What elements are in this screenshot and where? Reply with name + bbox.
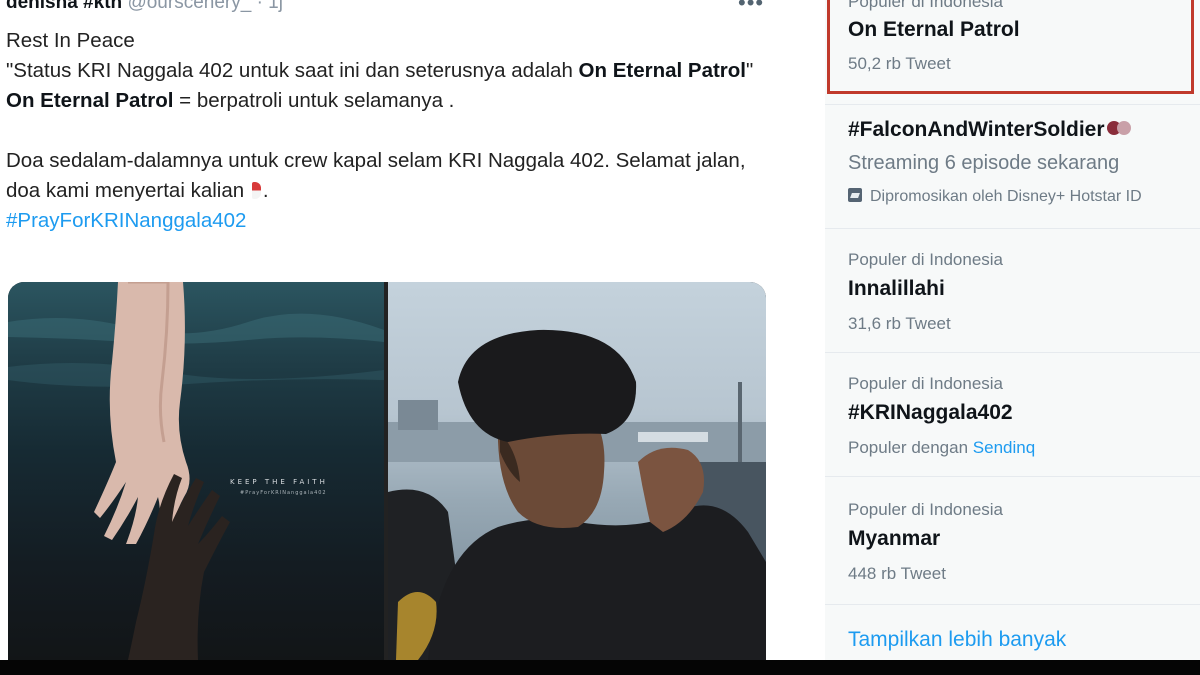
divider (825, 604, 1200, 605)
tweet-text-span: . (262, 179, 269, 202)
trend-related-prefix: Populer dengan (848, 438, 973, 457)
hashtag-link[interactable]: #PrayForKRINanggala402 (6, 209, 246, 232)
trend-description: Streaming 6 episode sekarang (848, 152, 1120, 174)
bottom-bar (0, 660, 1200, 675)
tweet-line: #PrayForKRINanggala402 (6, 206, 766, 236)
author-name[interactable]: denisha (6, 0, 78, 13)
trend-context: Populer di Indonesia (848, 500, 1004, 519)
flag-emoji-icon (251, 182, 261, 199)
tweet-card: denisha #kth @ourscenery_ · 1j ••• Rest … (0, 0, 800, 660)
author-name-suffix[interactable]: #kth (78, 0, 122, 13)
author-handle[interactable]: @ourscenery_ · 1j (122, 0, 283, 13)
tweet-line: Rest In Peace (6, 29, 135, 52)
trend-context: Populer di Indonesia (848, 250, 1004, 269)
promoted-icon (848, 188, 862, 202)
trend-count: 31,6 rb Tweet (848, 314, 951, 333)
tweet-header: denisha #kth @ourscenery_ · 1j (6, 0, 283, 14)
trend-title[interactable]: #KRINaggala402 (848, 401, 1013, 425)
tweet-line: Doa sedalam-dalamnya untuk crew kapal se… (6, 146, 766, 206)
highlight-annotation (827, 0, 1194, 94)
media-photo-sailor[interactable] (388, 282, 766, 660)
tweet-bold-text: On Eternal Patrol (578, 59, 747, 82)
trend-title-text: #FalconAndWinterSoldier (848, 118, 1105, 141)
sailor-photo (388, 329, 766, 660)
trends-panel: Populer di Indonesia On Eternal Patrol 5… (825, 0, 1200, 660)
trend-title[interactable]: Myanmar (848, 527, 940, 551)
promoted-text: Dipromosikan oleh Disney+ Hotstar ID (870, 188, 1142, 205)
trend-title[interactable]: Innalillahi (848, 277, 945, 301)
tweet-bold-text: On Eternal Patrol (6, 89, 174, 112)
poster-subtitle: #PrayForKRINanggala402 (240, 490, 327, 496)
divider (825, 104, 1200, 105)
tweet-media[interactable]: KEEP THE FAITH #PrayForKRINanggala402 (8, 282, 766, 660)
tweet-text-span: "Status KRI Naggala 402 untuk saat ini d… (6, 59, 579, 82)
trend-related: Populer dengan Sendinq (848, 438, 1035, 458)
media-photo-hands[interactable]: KEEP THE FAITH #PrayForKRINanggala402 (8, 282, 384, 660)
divider (825, 352, 1200, 353)
tweet-line: "Status KRI Naggala 402 untuk saat ini d… (6, 56, 766, 86)
divider (825, 476, 1200, 477)
promoted-label: Dipromosikan oleh Disney+ Hotstar ID (848, 188, 1142, 206)
trend-context: Populer di Indonesia (848, 374, 1004, 393)
trend-related-link[interactable]: Sendinq (973, 438, 1035, 457)
tweet-text-span: " (746, 59, 754, 82)
divider (825, 228, 1200, 229)
tweet-text-span: = berpatroli untuk selamanya . (173, 89, 455, 112)
more-dots-icon[interactable]: ••• (738, 0, 764, 16)
tweet-text-span: Doa sedalam-dalamnya untuk crew kapal se… (6, 149, 746, 202)
trend-count: 448 rb Tweet (848, 564, 946, 583)
tweet-text: Rest In Peace "Status KRI Naggala 402 un… (6, 26, 766, 236)
tweet-line: On Eternal Patrol = berpatroli untuk sel… (6, 86, 766, 116)
trend-title[interactable]: #FalconAndWinterSoldier (848, 118, 1131, 142)
hands-illustration (8, 282, 384, 660)
show-more-link[interactable]: Tampilkan lebih banyak (848, 628, 1066, 652)
hearts-emoji-icon (1106, 120, 1131, 136)
poster-title: KEEP THE FAITH (230, 478, 328, 486)
